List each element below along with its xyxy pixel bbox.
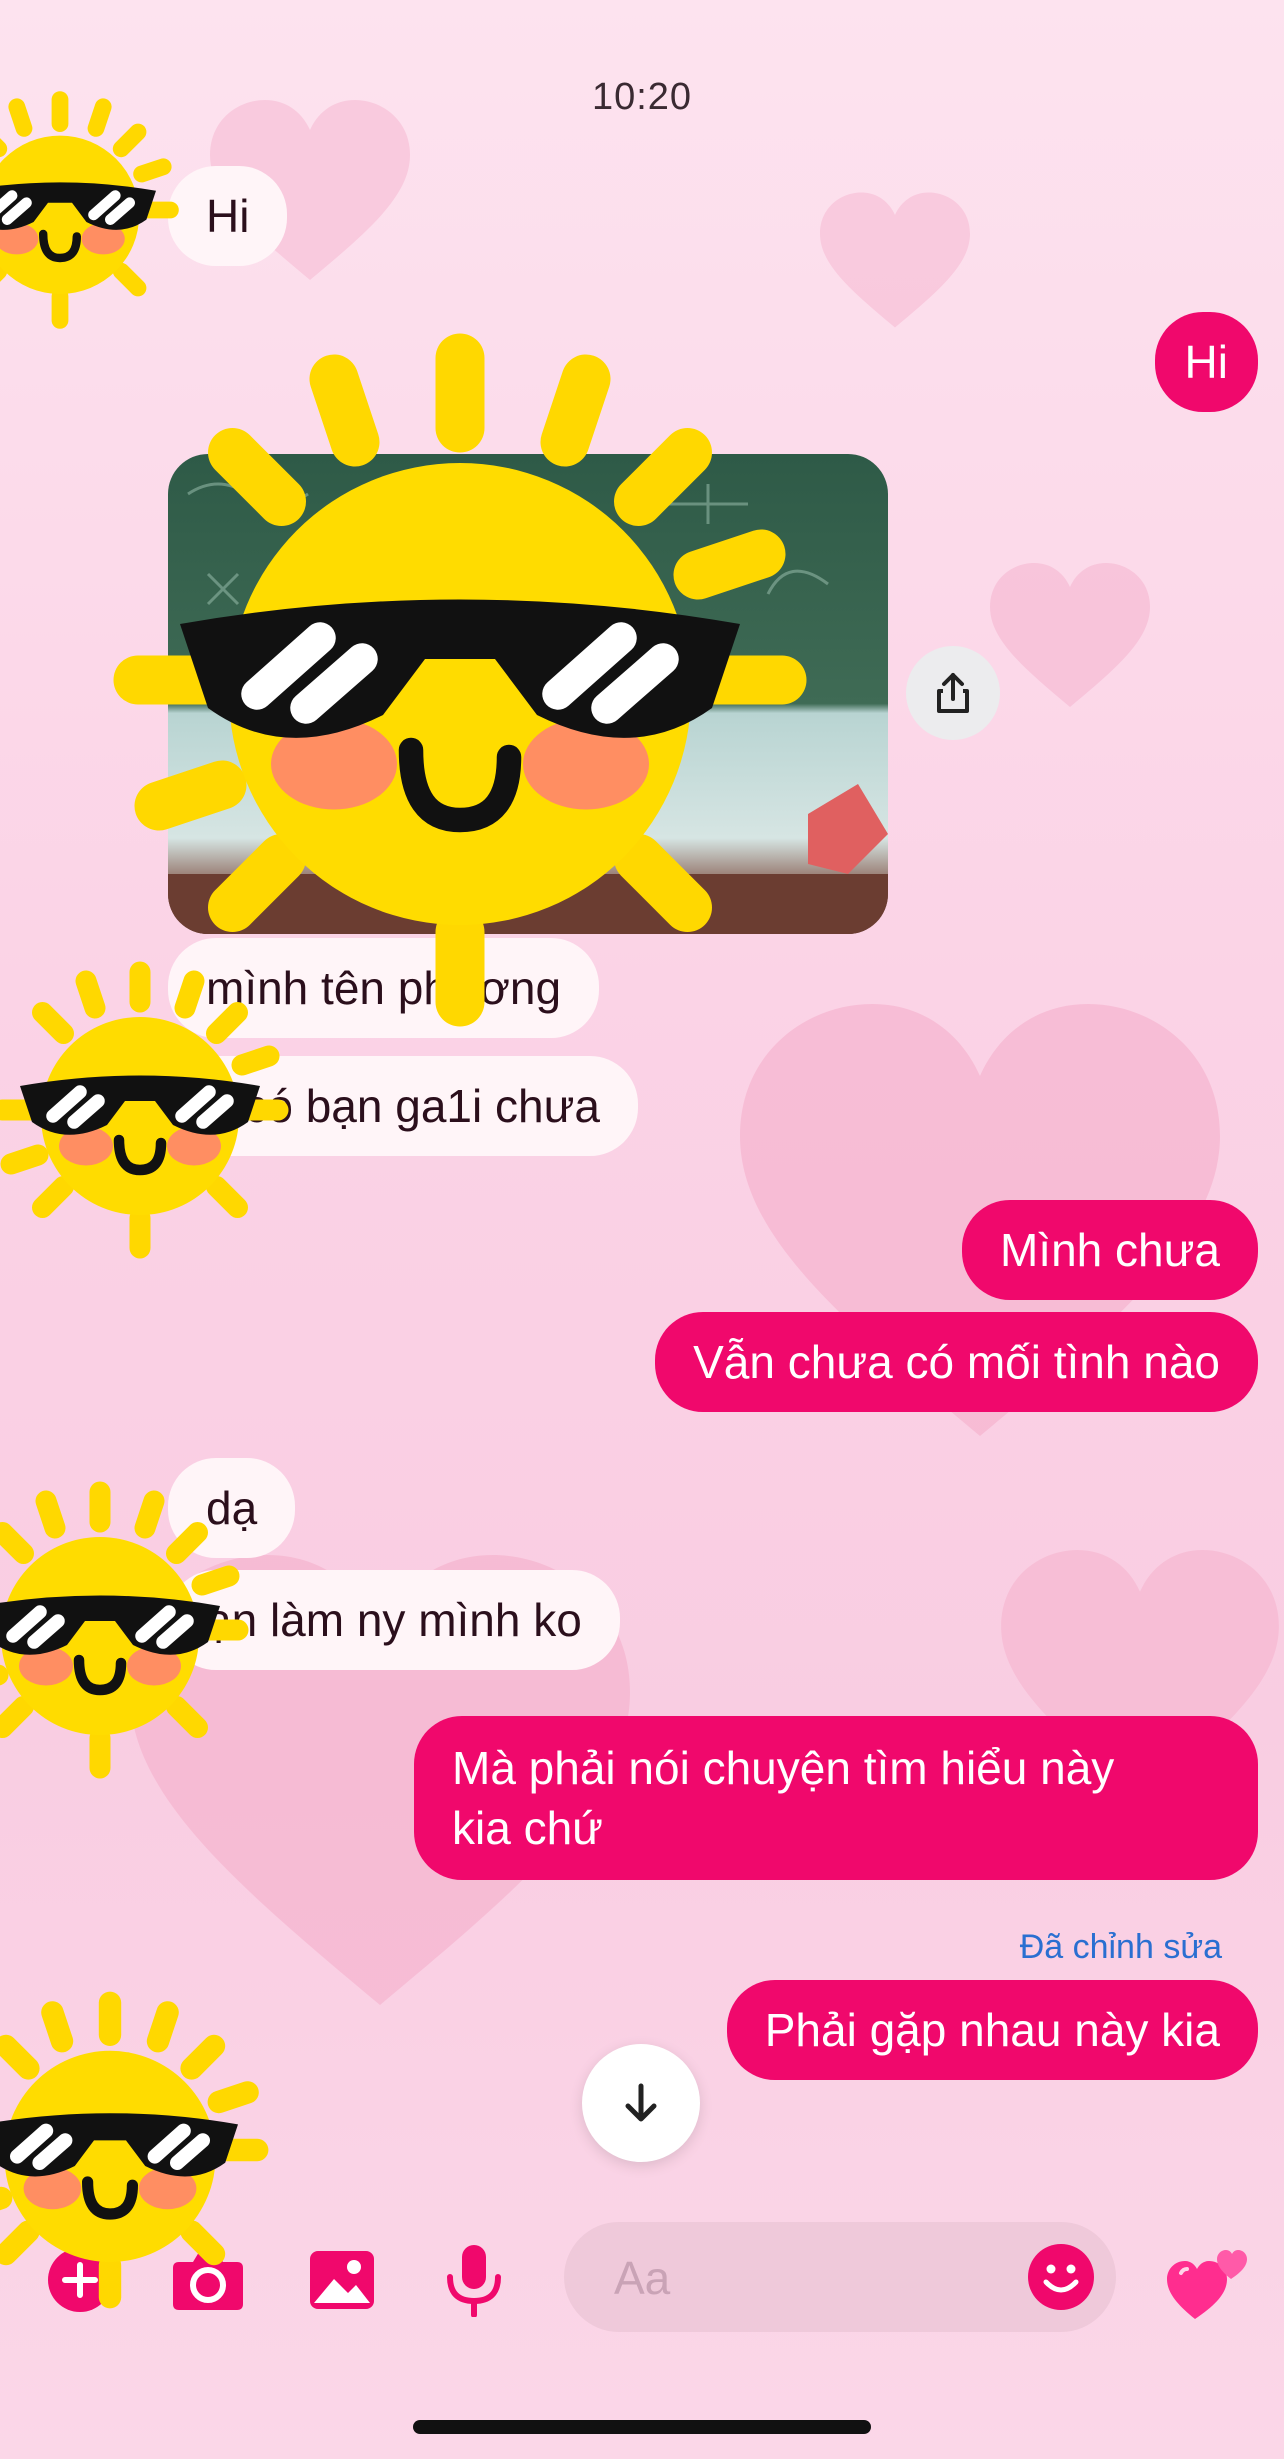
- message-text-line: Mà phải nói chuyện tìm hiểu này: [452, 1742, 1115, 1794]
- message-text: Vẫn chưa có mối tình nào: [693, 1336, 1220, 1388]
- outgoing-message[interactable]: Mình chưa: [961, 1200, 1258, 1300]
- outgoing-message[interactable]: Mà phải nói chuyện tìm hiểu này kia chứ: [414, 1716, 1258, 1880]
- sunglasses-sun-sticker: [0, 960, 290, 1260]
- message-text: ạn làm ny mình ko: [206, 1594, 582, 1646]
- message-composer[interactable]: [564, 2222, 1116, 2332]
- emoji-icon: [1028, 2244, 1094, 2310]
- background-heart: [990, 563, 1150, 707]
- arrow-down-icon: [625, 2083, 657, 2122]
- sunglasses-sun-sticker: [0, 90, 180, 330]
- share-icon: [937, 673, 969, 713]
- outgoing-message[interactable]: Vẫn chưa có mối tình nào: [655, 1312, 1258, 1412]
- like-button[interactable]: [1158, 2232, 1258, 2332]
- message-text: Mình chưa: [999, 1224, 1220, 1276]
- outgoing-message[interactable]: Hi: [1154, 312, 1258, 412]
- message-text: Phải gặp nhau này kia: [764, 2004, 1220, 2056]
- image-icon: [310, 2251, 374, 2309]
- microphone-icon: [447, 2245, 501, 2317]
- sunglasses-sun-sticker: [0, 1480, 250, 1780]
- outgoing-message[interactable]: Phải gặp nhau này kia: [726, 1980, 1258, 2080]
- edited-label: Đã chỉnh sửa: [1019, 1928, 1222, 1966]
- gallery-button[interactable]: [302, 2240, 382, 2320]
- scroll-to-bottom-button[interactable]: [582, 2044, 700, 2162]
- message-text: Hi: [206, 190, 250, 242]
- background-heart: [820, 192, 970, 328]
- emoji-button[interactable]: [1026, 2242, 1096, 2312]
- message-input[interactable]: [612, 2242, 976, 2314]
- status-time: 10:20: [591, 76, 693, 118]
- hearts-icon: [1167, 2250, 1247, 2319]
- share-button[interactable]: [906, 646, 1000, 740]
- home-indicator: [413, 2420, 871, 2434]
- incoming-message[interactable]: Hi: [168, 166, 288, 266]
- message-text: Hi: [1184, 336, 1228, 388]
- message-text-line: kia chứ: [452, 1802, 603, 1854]
- sunglasses-sun-sticker: [0, 1990, 270, 2310]
- sunglasses-sun-sticker: [110, 330, 810, 1030]
- voice-button[interactable]: [434, 2240, 514, 2320]
